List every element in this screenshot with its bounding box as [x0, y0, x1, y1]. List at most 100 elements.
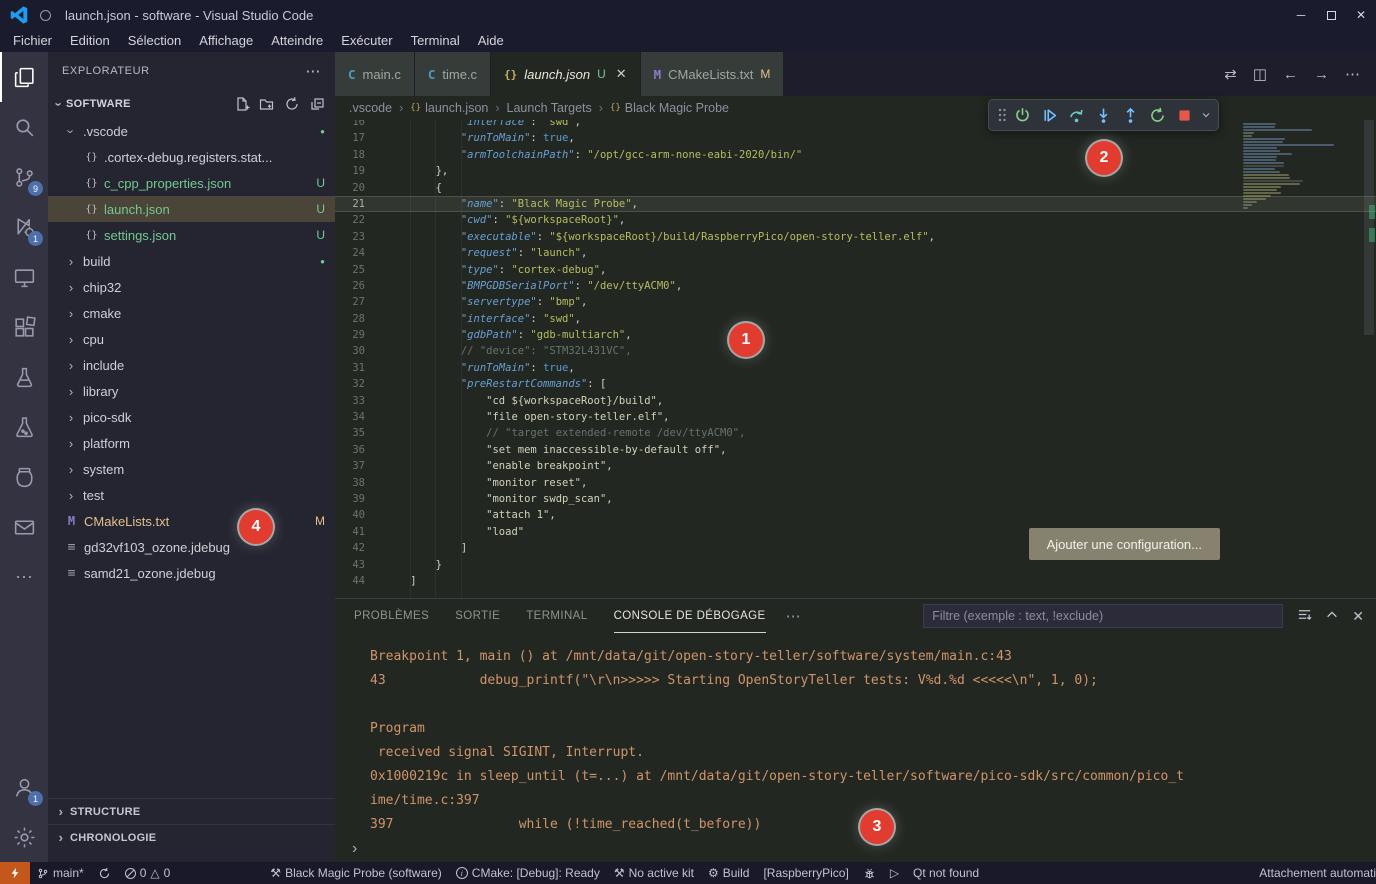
- settings-gear-icon[interactable]: [0, 812, 48, 862]
- run-debug-icon[interactable]: 1: [0, 202, 48, 252]
- build-target-status[interactable]: [RaspberryPico]: [756, 862, 855, 884]
- explorer-icon[interactable]: [0, 52, 48, 102]
- code-line-43[interactable]: 43 }: [335, 557, 1376, 573]
- menu-affichage[interactable]: Affichage: [190, 30, 262, 52]
- code-line-19[interactable]: 19 },: [335, 163, 1376, 179]
- compare-changes-icon[interactable]: ⇄: [1224, 65, 1237, 83]
- git-branch-status[interactable]: main*: [30, 862, 91, 884]
- code-line-27[interactable]: 27 "servertype": "bmp",: [335, 294, 1376, 310]
- close-panel-icon[interactable]: ✕: [1352, 608, 1364, 625]
- tab-cmakelists[interactable]: M CMakeLists.txt M: [641, 52, 785, 96]
- account-icon[interactable]: 1: [0, 762, 48, 812]
- code-line-44[interactable]: 44 ]: [335, 573, 1376, 589]
- menu-atteindre[interactable]: Atteindre: [262, 30, 332, 52]
- tree-item-c-cpp-properties-json[interactable]: {}c_cpp_properties.jsonU: [48, 170, 335, 196]
- tree-item-cmakelists-txt[interactable]: MCMakeLists.txtM: [48, 508, 335, 534]
- code-line-33[interactable]: 33 "cd ${workspaceRoot}/build",: [335, 393, 1376, 409]
- close-button[interactable]: ✕: [1346, 0, 1376, 30]
- tree-item-include[interactable]: ›include: [48, 352, 335, 378]
- chevron-up-icon[interactable]: [1325, 608, 1339, 625]
- collapse-all-icon[interactable]: [309, 96, 325, 112]
- code-line-30[interactable]: 30 // "device": "STM32L431VC",: [335, 343, 1376, 359]
- tree-item-build[interactable]: ›build●: [48, 248, 335, 274]
- panel-tab-sortie[interactable]: SORTIE: [455, 599, 500, 633]
- menu-aide[interactable]: Aide: [469, 30, 513, 52]
- tree-item-launch-json[interactable]: {}launch.jsonU: [48, 196, 335, 222]
- maximize-button[interactable]: [1316, 0, 1346, 30]
- step-over-button[interactable]: [1063, 101, 1090, 129]
- panel-tab-terminal[interactable]: TERMINAL: [526, 599, 587, 633]
- code-line-40[interactable]: 40 "attach 1",: [335, 507, 1376, 523]
- tree-item-system[interactable]: ›system: [48, 456, 335, 482]
- editor-scrollbar[interactable]: [1362, 120, 1376, 598]
- tree-item-cpu[interactable]: ›cpu: [48, 326, 335, 352]
- menu-fichier[interactable]: Fichier: [4, 30, 61, 52]
- remote-indicator[interactable]: [0, 862, 30, 884]
- code-line-22[interactable]: 22 "cwd": "${workspaceRoot}",: [335, 212, 1376, 228]
- menu-s-lection[interactable]: Sélection: [119, 30, 190, 52]
- section-structure[interactable]: › STRUCTURE: [48, 798, 335, 824]
- section-software[interactable]: › SOFTWARE: [48, 90, 335, 118]
- code-line-24[interactable]: 24 "request": "launch",: [335, 245, 1376, 261]
- panel-tab-console-de-d-bogage[interactable]: CONSOLE DE DÉBOGAGE: [614, 599, 766, 633]
- back-arrow-icon[interactable]: ←: [1283, 66, 1298, 83]
- section-chronologie[interactable]: › CHRONOLOGIE: [48, 824, 335, 850]
- search-icon[interactable]: [0, 102, 48, 152]
- run-target-icon[interactable]: ▷: [883, 862, 906, 884]
- code-line-36[interactable]: 36 "set mem inaccessible-by-default off"…: [335, 442, 1376, 458]
- more-extensions-icon[interactable]: ⋯: [0, 552, 48, 602]
- code-line-34[interactable]: 34 "file open-story-teller.elf",: [335, 409, 1376, 425]
- panel-tab-probl-mes[interactable]: PROBLÈMES: [354, 599, 429, 633]
- breadcrumb-item-black-magic-probe[interactable]: {}Black Magic Probe: [610, 101, 729, 115]
- test-beaker-icon[interactable]: [0, 352, 48, 402]
- code-line-29[interactable]: 29 "gdbPath": "gdb-multiarch",: [335, 327, 1376, 343]
- split-editor-icon[interactable]: ◫: [1253, 65, 1267, 83]
- close-tab-icon[interactable]: ✕: [616, 66, 627, 82]
- breadcrumb-item-launch-json[interactable]: {}launch.json: [410, 101, 488, 115]
- collapse-lines-icon[interactable]: [1297, 607, 1312, 625]
- code-line-35[interactable]: 35 // "target extended-remote /dev/ttyAC…: [335, 425, 1376, 441]
- code-line-37[interactable]: 37 "enable breakpoint",: [335, 458, 1376, 474]
- new-folder-icon[interactable]: [259, 96, 275, 112]
- breadcrumb-item-launch-targets[interactable]: Launch Targets: [507, 101, 592, 115]
- cmake-status[interactable]: i CMake: [Debug]: Ready: [449, 862, 607, 884]
- menu-edition[interactable]: Edition: [61, 30, 119, 52]
- code-line-25[interactable]: 25 "type": "cortex-debug",: [335, 262, 1376, 278]
- new-file-icon[interactable]: [234, 96, 250, 112]
- debug-console-input[interactable]: ›: [335, 836, 1376, 862]
- tree-item-library[interactable]: ›library: [48, 378, 335, 404]
- more-actions-icon[interactable]: ⋯: [1345, 65, 1360, 83]
- problems-status[interactable]: 0 △ 0: [118, 862, 178, 884]
- code-line-28[interactable]: 28 "interface": "swd",: [335, 311, 1376, 327]
- qt-status[interactable]: Qt not found: [906, 862, 986, 884]
- tab-launch-json[interactable]: {} launch.json U ✕: [491, 52, 641, 96]
- code-line-23[interactable]: 23 "executable": "${workspaceRoot}/build…: [335, 229, 1376, 245]
- refresh-icon[interactable]: [284, 96, 300, 112]
- minimize-button[interactable]: ─: [1286, 0, 1316, 30]
- tree-item-gd32vf103-ozone-jdebug[interactable]: ≡gd32vf103_ozone.jdebug: [48, 534, 335, 560]
- tree-item-cmake[interactable]: ›cmake: [48, 300, 335, 326]
- breadcrumb-item-vscode[interactable]: .vscode: [349, 101, 392, 115]
- menu-ex-cuter[interactable]: Exécuter: [332, 30, 401, 52]
- auto-attach-status[interactable]: Attachement automati: [1252, 862, 1376, 884]
- chevron-down-icon[interactable]: [1198, 101, 1213, 129]
- remote-explorer-icon[interactable]: [0, 252, 48, 302]
- code-line-16[interactable]: 16 "interface": "swd",: [335, 120, 1376, 130]
- code-line-38[interactable]: 38 "monitor reset",: [335, 475, 1376, 491]
- stop-button[interactable]: [1171, 101, 1198, 129]
- mail-extension-icon[interactable]: [0, 502, 48, 552]
- extensions-icon[interactable]: [0, 302, 48, 352]
- drag-grip-icon[interactable]: [994, 101, 1009, 129]
- code-line-18[interactable]: 18 "armToolchainPath": "/opt/gcc-arm-non…: [335, 147, 1376, 163]
- tree-item-platform[interactable]: ›platform: [48, 430, 335, 456]
- jar-extension-icon[interactable]: [0, 452, 48, 502]
- code-line-39[interactable]: 39 "monitor swdp_scan",: [335, 491, 1376, 507]
- continue-button[interactable]: [1036, 101, 1063, 129]
- code-line-21[interactable]: 21 "name": "Black Magic Probe",: [335, 196, 1376, 212]
- minimap[interactable]: [1243, 123, 1358, 209]
- build-button[interactable]: ⚙ Build: [701, 862, 756, 884]
- code-line-31[interactable]: 31 "runToMain": true,: [335, 360, 1376, 376]
- tab-main-c[interactable]: C main.c: [335, 52, 415, 96]
- tree-item-vscode[interactable]: ›.vscode●: [48, 118, 335, 144]
- kit-status[interactable]: ⚒ No active kit: [607, 862, 701, 884]
